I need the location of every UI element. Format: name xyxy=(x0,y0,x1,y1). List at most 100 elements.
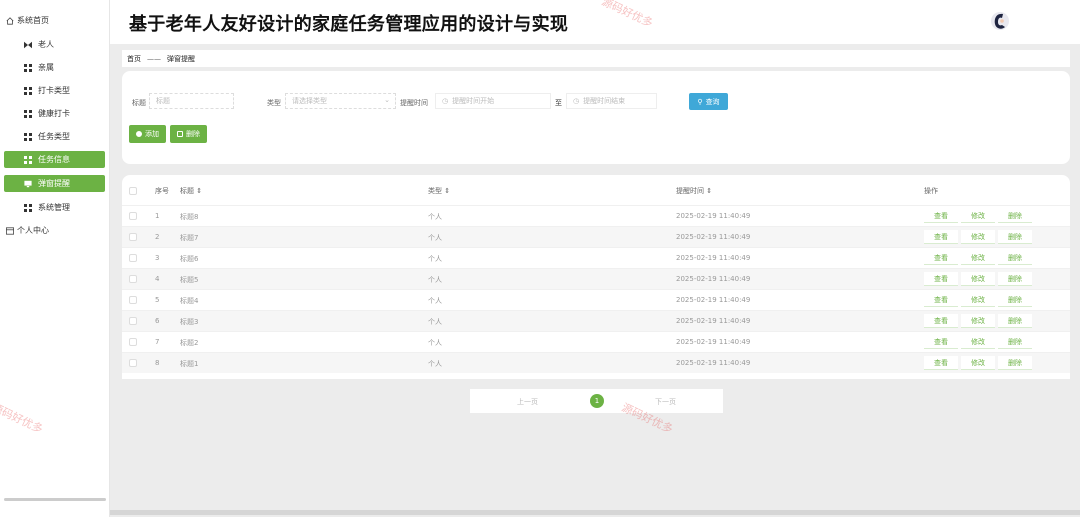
sidebar-item-label: 健康打卡 xyxy=(38,109,70,118)
grid-icon xyxy=(24,86,32,95)
data-table: 序号 标题 ⇕ 类型 ⇕ 提醒时间 ⇕ 操作 1 标题8 个人 2025-02-19 … xyxy=(122,175,1070,379)
profile-icon xyxy=(6,226,14,235)
horizontal-scrollbar[interactable] xyxy=(110,510,1080,515)
row-delete-button[interactable]: 删除 xyxy=(998,209,1032,223)
view-button[interactable]: 查看 xyxy=(924,230,958,244)
sidebar-item-task-info[interactable]: 任务信息 xyxy=(4,151,105,168)
edit-button[interactable]: 修改 xyxy=(961,293,995,307)
query-button[interactable]: ⚲ 查询 xyxy=(689,93,728,110)
header-index: 序号 xyxy=(155,187,169,195)
row-index: 4 xyxy=(155,275,160,283)
row-delete-button[interactable]: 删除 xyxy=(998,356,1032,370)
current-page[interactable]: 1 xyxy=(590,394,604,408)
edit-button[interactable]: 修改 xyxy=(961,209,995,223)
edit-button[interactable]: 修改 xyxy=(961,335,995,349)
grid-icon xyxy=(24,109,32,118)
edit-button[interactable]: 修改 xyxy=(961,314,995,328)
sidebar-item-label: 系统首页 xyxy=(17,16,49,25)
select-all-checkbox[interactable] xyxy=(129,187,137,195)
sidebar-item-profile[interactable]: 个人中心 xyxy=(4,222,105,239)
sidebar-item-task-type[interactable]: 任务类型 xyxy=(4,128,105,145)
range-separator: 至 xyxy=(555,99,562,107)
header-time[interactable]: 提醒时间 ⇕ xyxy=(676,186,712,196)
row-delete-button[interactable]: 删除 xyxy=(998,314,1032,328)
row-checkbox[interactable] xyxy=(129,317,137,325)
edit-button[interactable]: 修改 xyxy=(961,356,995,370)
end-time-input[interactable]: ◷ 提醒时间结束 xyxy=(566,93,657,109)
row-type: 个人 xyxy=(428,339,442,347)
breadcrumb-separator: —— xyxy=(147,54,161,63)
title-input[interactable]: 标题 xyxy=(149,93,234,109)
row-checkbox[interactable] xyxy=(129,233,137,241)
table-row: 1 标题8 个人 2025-02-19 11:40:49 查看 修改 删除 xyxy=(122,205,1070,226)
sidebar-item-popup-reminder[interactable]: 弹窗提醒 xyxy=(4,175,105,192)
sidebar-item-checkin-type[interactable]: 打卡类型 xyxy=(4,82,105,99)
add-button-label: 添加 xyxy=(145,130,159,138)
sidebar-item-label: 打卡类型 xyxy=(38,86,70,95)
sidebar-item-label: 任务信息 xyxy=(38,155,70,164)
sidebar-scrollbar[interactable] xyxy=(4,498,106,501)
row-type: 个人 xyxy=(428,213,442,221)
row-type: 个人 xyxy=(428,360,442,368)
row-type: 个人 xyxy=(428,234,442,242)
row-title: 标题4 xyxy=(180,297,199,305)
main-content: 首页 —— 弹窗提醒 标题 标题 类型 请选择类型 ⌄ 提醒时间 ◷ 提醒时间开… xyxy=(110,44,1080,517)
row-title: 标题7 xyxy=(180,234,199,242)
edit-button[interactable]: 修改 xyxy=(961,272,995,286)
type-select[interactable]: 请选择类型 ⌄ xyxy=(285,93,396,109)
table-row: 2 标题7 个人 2025-02-19 11:40:49 查看 修改 删除 xyxy=(122,226,1070,247)
view-button[interactable]: 查看 xyxy=(924,335,958,349)
next-page-button[interactable]: 下一页 xyxy=(655,397,676,407)
view-button[interactable]: 查看 xyxy=(924,356,958,370)
chevron-down-icon: ⌄ xyxy=(384,96,390,104)
row-index: 5 xyxy=(155,296,160,304)
row-checkbox[interactable] xyxy=(129,359,137,367)
row-type: 个人 xyxy=(428,276,442,284)
breadcrumb-home[interactable]: 首页 xyxy=(127,54,141,64)
row-checkbox[interactable] xyxy=(129,296,137,304)
row-delete-button[interactable]: 删除 xyxy=(998,335,1032,349)
table-row: 4 标题5 个人 2025-02-19 11:40:49 查看 修改 删除 xyxy=(122,268,1070,289)
row-checkbox[interactable] xyxy=(129,338,137,346)
delete-button[interactable]: 删除 xyxy=(170,125,207,143)
start-time-input[interactable]: ◷ 提醒时间开始 xyxy=(435,93,551,109)
table-row: 7 标题2 个人 2025-02-19 11:40:49 查看 修改 删除 xyxy=(122,331,1070,352)
row-time: 2025-02-19 11:40:49 xyxy=(676,254,751,262)
row-time: 2025-02-19 11:40:49 xyxy=(676,338,751,346)
edit-button[interactable]: 修改 xyxy=(961,230,995,244)
view-button[interactable]: 查看 xyxy=(924,209,958,223)
end-time-placeholder: 提醒时间结束 xyxy=(583,97,626,105)
sidebar-item-relative[interactable]: 亲属 xyxy=(4,59,105,76)
sidebar-item-health-checkin[interactable]: 健康打卡 xyxy=(4,105,105,122)
row-delete-button[interactable]: 删除 xyxy=(998,251,1032,265)
prev-page-button[interactable]: 上一页 xyxy=(517,397,538,407)
row-index: 6 xyxy=(155,317,160,325)
row-time: 2025-02-19 11:40:49 xyxy=(676,275,751,283)
view-button[interactable]: 查看 xyxy=(924,272,958,286)
row-delete-button[interactable]: 删除 xyxy=(998,272,1032,286)
row-checkbox[interactable] xyxy=(129,254,137,262)
header-type[interactable]: 类型 ⇕ xyxy=(428,186,450,196)
add-button[interactable]: 添加 xyxy=(129,125,166,143)
view-button[interactable]: 查看 xyxy=(924,293,958,307)
table-header: 序号 标题 ⇕ 类型 ⇕ 提醒时间 ⇕ 操作 xyxy=(122,175,1070,205)
view-button[interactable]: 查看 xyxy=(924,314,958,328)
sidebar-item-home[interactable]: 系统首页 xyxy=(4,12,105,29)
row-checkbox[interactable] xyxy=(129,212,137,220)
sidebar-item-system[interactable]: 系统管理 xyxy=(4,199,105,216)
header-title[interactable]: 标题 ⇕ xyxy=(180,186,202,196)
app-root: 系统首页 老人 亲属 打卡类型 健康打卡 任务类型 任务信息 弹窗提醒 系统管理… xyxy=(0,0,1080,517)
avatar[interactable] xyxy=(990,9,1010,33)
grid-icon xyxy=(24,132,32,141)
sidebar-item-elder[interactable]: 老人 xyxy=(4,36,105,53)
search-icon: ⚲ xyxy=(697,97,703,106)
table-row: 5 标题4 个人 2025-02-19 11:40:49 查看 修改 删除 xyxy=(122,289,1070,310)
row-delete-button[interactable]: 删除 xyxy=(998,293,1032,307)
sidebar-item-label: 弹窗提醒 xyxy=(38,179,70,188)
row-checkbox[interactable] xyxy=(129,275,137,283)
home-icon xyxy=(6,16,14,25)
sidebar-item-label: 个人中心 xyxy=(17,226,49,235)
view-button[interactable]: 查看 xyxy=(924,251,958,265)
row-delete-button[interactable]: 删除 xyxy=(998,230,1032,244)
edit-button[interactable]: 修改 xyxy=(961,251,995,265)
